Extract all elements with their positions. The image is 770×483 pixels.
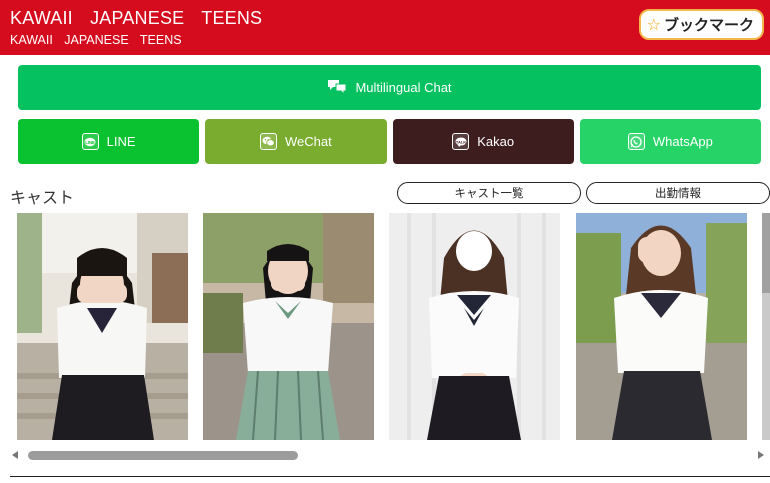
line-button[interactable]: LINE LINE xyxy=(18,119,200,164)
whatsapp-icon xyxy=(627,133,645,150)
kakao-icon: TALK xyxy=(452,133,470,150)
site-title[interactable]: KAWAII JAPANESE TEENS xyxy=(10,8,262,29)
wechat-label: WeChat xyxy=(285,134,332,149)
messenger-buttons: LINE LINE WeChat TALK Kakao WhatsApp xyxy=(18,119,761,164)
line-label: LINE xyxy=(106,134,136,149)
star-outline-icon: ☆ xyxy=(646,15,661,34)
scroll-right-arrow-icon[interactable] xyxy=(758,451,764,459)
kakao-button[interactable]: TALK Kakao xyxy=(392,119,574,164)
svg-text:TALK: TALK xyxy=(456,139,466,144)
cast-section-title: キャスト xyxy=(10,188,75,207)
wechat-icon xyxy=(260,133,277,150)
horizontal-scrollbar[interactable] xyxy=(10,446,770,464)
cast-photo[interactable] xyxy=(17,213,188,440)
chat-bubbles-icon xyxy=(327,78,347,97)
site-subtitle: KAWAII JAPANESE TEENS xyxy=(10,33,182,47)
cast-photo[interactable] xyxy=(389,213,560,440)
whatsapp-label: WhatsApp xyxy=(652,134,713,149)
wechat-button[interactable]: WeChat xyxy=(205,119,387,164)
scroll-left-arrow-icon[interactable] xyxy=(12,451,18,459)
cast-photo[interactable] xyxy=(203,213,374,440)
chat-label: Multilingual Chat xyxy=(355,80,452,95)
scrollbar-thumb[interactable] xyxy=(28,451,298,460)
cast-list-button[interactable]: キャスト一覧 xyxy=(397,182,581,204)
multilingual-chat-button[interactable]: Multilingual Chat xyxy=(18,65,761,110)
svg-text:LINE: LINE xyxy=(85,139,95,144)
section-divider xyxy=(10,476,770,477)
cast-photo[interactable] xyxy=(762,213,770,440)
kakao-label: Kakao xyxy=(477,134,515,149)
line-icon: LINE xyxy=(81,133,99,150)
whatsapp-button[interactable]: WhatsApp xyxy=(579,119,761,164)
bookmark-button[interactable]: ☆ ブックマーク xyxy=(638,9,764,40)
bookmark-label: ブックマーク xyxy=(663,16,754,34)
site-header: KAWAII JAPANESE TEENS KAWAII JAPANESE TE… xyxy=(0,0,770,55)
cast-photo[interactable] xyxy=(576,213,747,440)
schedule-button[interactable]: 出勤情報 xyxy=(586,182,770,204)
